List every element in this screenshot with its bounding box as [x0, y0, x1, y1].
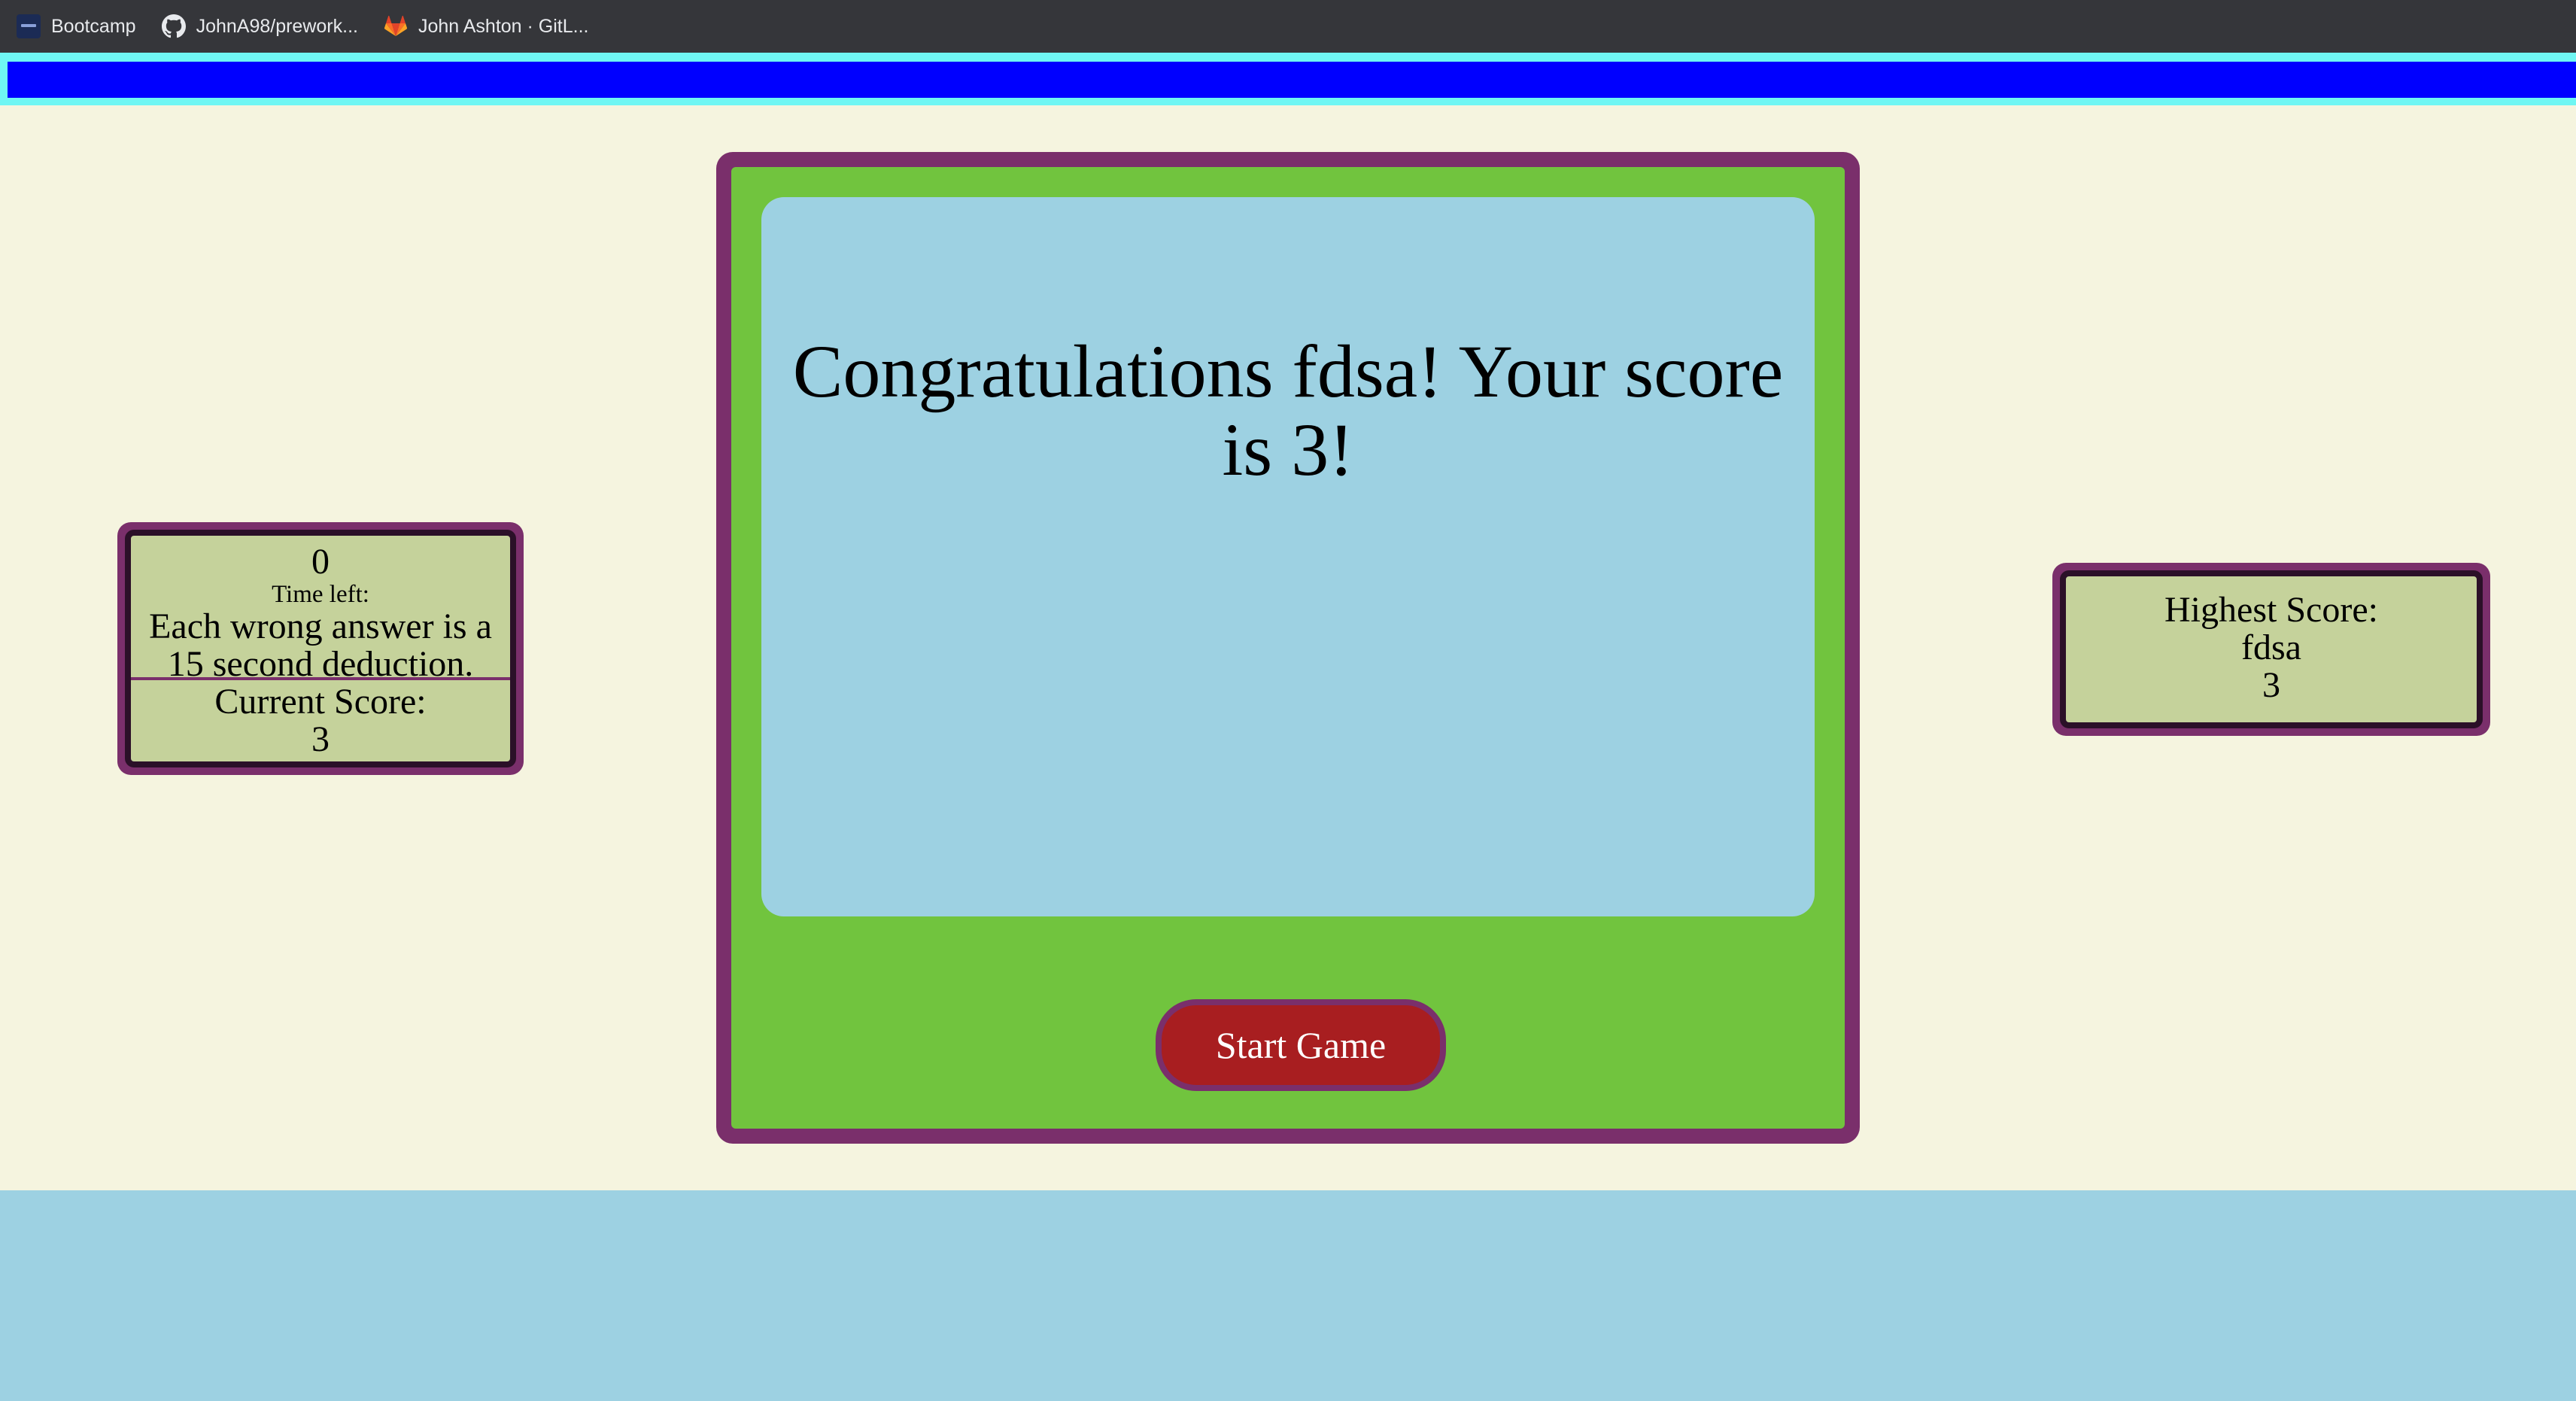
highscore-inner: Highest Score: fdsa 3 [2060, 570, 2483, 728]
timer-score-panel: 0 Time left: Each wrong answer is a 15 s… [117, 522, 524, 775]
bookmark-label: John Ashton · GitL... [418, 15, 589, 37]
bookmark-gitlab[interactable]: John Ashton · GitL... [384, 0, 589, 53]
bookmark-label: Bootcamp [51, 15, 136, 37]
bootcamp-icon [17, 14, 41, 38]
github-icon [161, 14, 186, 38]
bookmark-github[interactable]: JohnA98/prework... [161, 0, 358, 53]
quiz-card-body: Congratulations fdsa! Your score is 3! S… [731, 167, 1845, 1129]
gitlab-icon [384, 14, 408, 38]
highscore-panel: Highest Score: fdsa 3 [2052, 563, 2490, 736]
quiz-card: Congratulations fdsa! Your score is 3! S… [716, 152, 1860, 1144]
timer-progress-bar [0, 53, 2576, 105]
highscore-value: 3 [2262, 665, 2280, 705]
bookmarks-bar: Bootcamp JohnA98/prework... John Ashton … [0, 0, 2576, 53]
current-score-label: Current Score: [214, 682, 427, 722]
message-area: Congratulations fdsa! Your score is 3! [761, 197, 1815, 916]
progress-fill [8, 62, 2576, 98]
current-score-value: 3 [311, 719, 330, 759]
page-footer [0, 1190, 2576, 1401]
timer-value: 0 [311, 542, 330, 582]
deduction-note: Each wrong answer is a 15 second deducti… [149, 606, 492, 684]
start-game-button[interactable]: Start Game [1156, 999, 1446, 1091]
highscore-name: fdsa [2241, 628, 2301, 667]
congratulations-message: Congratulations fdsa! Your score is 3! [792, 330, 1784, 491]
timer-section: 0 Time left: Each wrong answer is a 15 s… [131, 536, 510, 684]
current-score-section: Current Score: 3 [131, 680, 510, 758]
time-left-label: Time left: [272, 581, 369, 608]
bookmark-label: JohnA98/prework... [196, 15, 358, 37]
timer-score-inner: 0 Time left: Each wrong answer is a 15 s… [125, 530, 516, 767]
bookmark-bootcamp[interactable]: Bootcamp [17, 0, 136, 53]
highscore-label: Highest Score: [2164, 590, 2378, 630]
